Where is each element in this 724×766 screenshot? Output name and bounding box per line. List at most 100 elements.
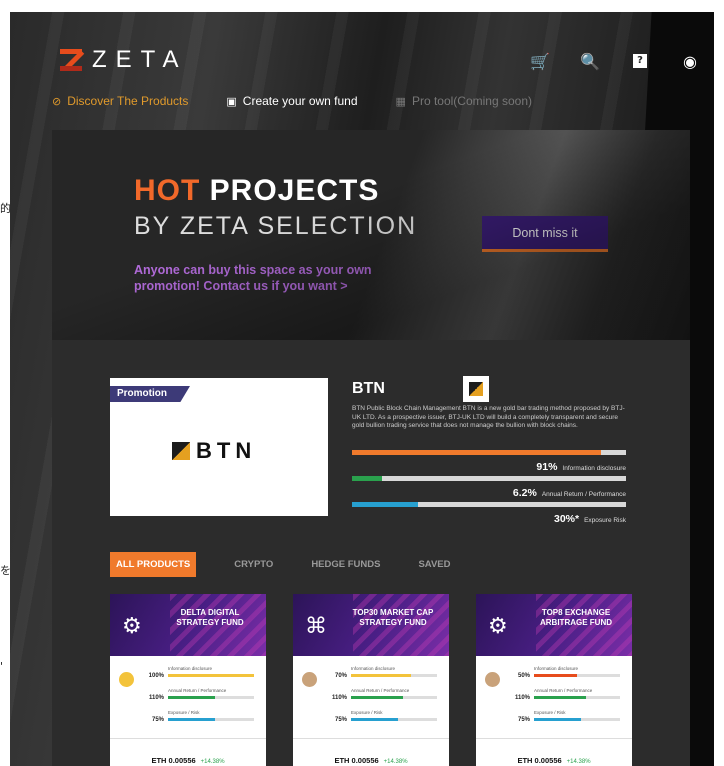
product-metric-label: Exposure / Risk	[168, 710, 200, 715]
hero-promo-link[interactable]: Anyone can buy this space as your own pr…	[134, 262, 434, 294]
chart-box-icon: ▦	[395, 94, 406, 108]
product-metric-value: 100%	[148, 673, 164, 679]
product-card-body: 70% Information disclosure 110% Annual R…	[293, 656, 449, 766]
plus-box-icon: ▣	[226, 94, 237, 108]
featured-logo-icon	[463, 376, 489, 402]
product-metric-label: Information disclosure	[168, 666, 213, 671]
btn-logo-mark	[172, 442, 190, 460]
metric-label: Exposure Risk	[584, 517, 626, 524]
compass-icon: ⊘	[52, 94, 62, 108]
promotion-tag: Promotion	[110, 386, 190, 402]
product-tabs: ALL PRODUCTS CRYPTO HEDGE FUNDS SAVED	[110, 552, 489, 577]
product-metric-label: Information disclosure	[534, 666, 579, 671]
product-price: ETH 0.00556 +14.38%	[517, 756, 591, 765]
divider	[110, 738, 266, 739]
metric-value: 30%*	[553, 513, 580, 525]
metric-information-disclosure: 91% Information disclosure	[352, 450, 626, 473]
product-metric-bar	[534, 718, 620, 721]
product-metric-label: Exposure / Risk	[534, 710, 566, 715]
featured-name: BTN	[352, 380, 385, 397]
profile-icon[interactable]: ◉	[665, 50, 714, 72]
product-metric-label: Annual Return / Performance	[351, 688, 410, 693]
product-metric-bar	[534, 696, 620, 699]
zeta-logo-mark	[60, 49, 85, 71]
btn-logo: BTN	[172, 438, 256, 464]
promotion-card[interactable]: Promotion BTN	[110, 378, 328, 516]
product-metric-bar	[534, 674, 620, 677]
product-metric-bar	[168, 718, 254, 721]
product-metric-value: 75%	[151, 717, 164, 723]
product-card-header: ⌘ TOP30 MARKET CAP STRATEGY FUND	[293, 594, 449, 656]
metric-exposure-risk: 30%* Exposure Risk	[352, 502, 626, 525]
price-change: +14.38%	[200, 759, 225, 765]
metric-value: 6.2%	[512, 487, 537, 499]
fund-icon: ⚙	[488, 614, 508, 639]
product-title: TOP30 MARKET CAP STRATEGY FUND	[352, 608, 434, 627]
metric-bar	[352, 476, 626, 481]
product-metric-value: 75%	[517, 717, 530, 723]
metric-bar	[352, 450, 626, 455]
hero-banner: HOT PROJECTS BY ZETA SELECTION Anyone ca…	[52, 130, 690, 340]
product-metric-bar	[351, 674, 437, 677]
manager-avatar	[119, 672, 134, 687]
product-metric-value: 110%	[148, 695, 164, 701]
product-metric-value: 110%	[514, 695, 530, 701]
zeta-logo[interactable]: ZETA	[60, 46, 188, 74]
product-metric-value: 70%	[334, 673, 347, 679]
tab-all-products[interactable]: ALL PRODUCTS	[110, 552, 197, 577]
help-icon[interactable]: ?	[615, 50, 665, 72]
price-change: +14.38%	[383, 759, 408, 765]
nav-label: Pro tool(Coming soon)	[411, 94, 532, 108]
tab-crypto[interactable]: CRYPTO	[234, 559, 273, 570]
hero-subtitle: BY ZETA SELECTION	[134, 212, 418, 240]
metric-label: Annual Return / Performance	[541, 491, 626, 498]
manager-avatar	[302, 672, 317, 687]
metric-label: Information disclosure	[562, 465, 626, 472]
product-metric-label: Annual Return / Performance	[168, 688, 227, 693]
divider	[476, 738, 632, 739]
header-actions: 🛒 🔍 ? ◉	[515, 50, 714, 72]
metric-bar	[352, 502, 626, 507]
product-metric-label: Information disclosure	[351, 666, 396, 671]
tab-hedge-funds[interactable]: HEDGE FUNDS	[311, 559, 380, 570]
nav-create-fund[interactable]: ▣ Create your own fund	[226, 94, 357, 108]
product-metric-bar	[168, 696, 254, 699]
fund-icon: ⚙	[122, 614, 142, 639]
edge-glyph: 的	[0, 202, 11, 215]
nav-discover-products[interactable]: ⊘ Discover The Products	[52, 94, 188, 108]
product-price: ETH 0.00556 +14.38%	[151, 756, 225, 765]
product-metric-label: Exposure / Risk	[351, 710, 383, 715]
nav-label: Create your own fund	[242, 94, 358, 108]
tab-saved[interactable]: SAVED	[418, 559, 450, 570]
top-nav: ⊘ Discover The Products ▣ Create your ow…	[52, 94, 570, 108]
app-window: ZETA 🛒 🔍 ? ◉ ⊘ Discover The Products ▣ C…	[10, 12, 714, 766]
featured-description: BTN Public Block Chain Management BTN is…	[352, 405, 625, 429]
cart-icon[interactable]: 🛒	[515, 50, 565, 72]
product-card[interactable]: ⌘ TOP30 MARKET CAP STRATEGY FUND 70% Inf…	[293, 594, 449, 766]
product-card[interactable]: ⚙ DELTA DIGITAL STRATEGY FUND 100% Infor…	[110, 594, 266, 766]
metric-annual-return: 6.2% Annual Return / Performance	[352, 476, 626, 499]
product-title: TOP8 EXCHANGE ARBITRAGE FUND	[540, 608, 612, 627]
product-card-body: 100% Information disclosure 110% Annual …	[110, 656, 266, 766]
main-panel: HOT PROJECTS BY ZETA SELECTION Anyone ca…	[52, 130, 690, 766]
product-card-header: ⚙ TOP8 EXCHANGE ARBITRAGE FUND	[476, 594, 632, 656]
price-change: +14.38%	[566, 759, 591, 765]
product-metric-value: 110%	[331, 695, 347, 701]
divider	[293, 738, 449, 739]
product-metric-value: 50%	[517, 673, 530, 679]
product-title: DELTA DIGITAL STRATEGY FUND	[176, 608, 244, 627]
nav-pro-tool: ▦ Pro tool(Coming soon)	[396, 94, 532, 108]
fund-icon: ⌘	[305, 614, 327, 639]
dont-miss-it-button[interactable]: Dont miss it	[482, 216, 608, 252]
product-card-header: ⚙ DELTA DIGITAL STRATEGY FUND	[110, 594, 266, 656]
search-icon[interactable]: 🔍	[565, 50, 615, 72]
hero-title: HOT PROJECTS	[134, 174, 380, 207]
product-card[interactable]: ⚙ TOP8 EXCHANGE ARBITRAGE FUND 50% Infor…	[476, 594, 632, 766]
product-metric-label: Annual Return / Performance	[534, 688, 593, 693]
edge-glyph: '	[0, 660, 4, 673]
screenshot-frame: 的 を ' ZETA 🛒 🔍 ? ◉ ⊘ Discover The Produc…	[0, 0, 724, 766]
metric-value: 91%	[536, 461, 558, 473]
product-metric-bar	[351, 718, 437, 721]
edge-glyph: を	[0, 564, 11, 577]
manager-avatar	[485, 672, 500, 687]
